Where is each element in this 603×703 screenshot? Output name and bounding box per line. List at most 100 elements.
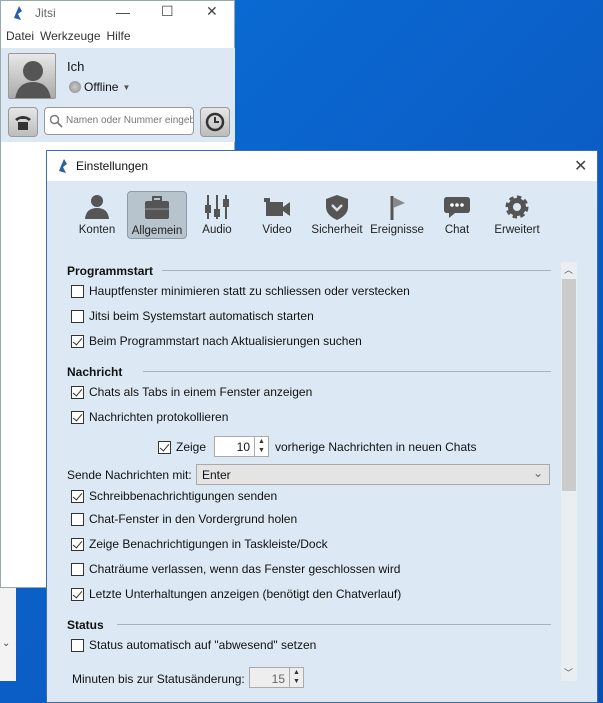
person-icon xyxy=(85,195,109,219)
minimize-button[interactable]: — xyxy=(116,4,130,20)
option-checkbox[interactable]: Jitsi beim Systemstart automatisch start… xyxy=(71,309,314,323)
window-title: Jitsi xyxy=(35,6,56,20)
menu-datei[interactable]: Datei xyxy=(6,29,34,43)
tab-ereignisse[interactable]: Ereignisse xyxy=(367,191,427,239)
phone-icon xyxy=(15,116,31,130)
status-offline-icon xyxy=(69,81,81,93)
tab-label: Audio xyxy=(202,224,232,236)
checkbox-label: Hauptfenster minimieren statt zu schlies… xyxy=(89,284,410,298)
spinner-value: 10 xyxy=(236,440,250,454)
flag-icon xyxy=(390,196,405,220)
tab-chat[interactable]: Chat xyxy=(427,191,487,239)
option-checkbox[interactable]: Hauptfenster minimieren statt zu schlies… xyxy=(71,284,410,298)
spinner-arrows[interactable]: ▲ ▼ xyxy=(254,437,268,456)
chevron-down-icon: ⌄ xyxy=(532,466,543,480)
gear-icon xyxy=(505,195,529,219)
checkbox-label: Letzte Unterhaltungen anzeigen (benötigt… xyxy=(89,587,402,601)
scrollbar-thumb[interactable] xyxy=(562,279,576,491)
dropdown-value: Enter xyxy=(202,468,231,482)
camera-icon xyxy=(264,198,290,216)
checkbox[interactable] xyxy=(71,309,84,323)
chevron-down-icon[interactable]: ⌄ xyxy=(2,638,10,649)
checkbox-label: Beim Programmstart nach Aktualisierungen… xyxy=(89,334,362,348)
menu-hilfe[interactable]: Hilfe xyxy=(107,29,131,43)
scroll-up-icon[interactable]: ︿ xyxy=(564,263,573,276)
search-placeholder: Namen oder Nummer eingeben xyxy=(66,115,194,126)
checkbox[interactable] xyxy=(71,537,84,551)
tab-label: Erweitert xyxy=(494,224,540,236)
send-label: Sende Nachrichten mit: xyxy=(67,468,192,482)
checkbox[interactable] xyxy=(71,562,84,576)
tab-label: Sicherheit xyxy=(311,224,363,236)
close-button[interactable]: ✕ xyxy=(206,3,218,20)
maximize-button[interactable]: ☐ xyxy=(161,3,174,20)
checkbox-label: Zeige Benachrichtigungen in Taskleiste/D… xyxy=(89,537,328,551)
profile-panel: Ich Offline ▼ Namen oder Nummer eingeben xyxy=(1,48,235,142)
tab-allgemein[interactable]: Allgemein xyxy=(127,191,187,239)
checkbox-label: Schreibbenachrichtigungen senden xyxy=(89,489,278,503)
tab-sicherheit[interactable]: Sicherheit xyxy=(307,191,367,239)
tab-label: Video xyxy=(262,224,292,236)
checkbox[interactable] xyxy=(158,440,171,454)
dialog-title: Einstellungen xyxy=(76,159,149,173)
spinner-arrows[interactable]: ▲ ▼ xyxy=(289,668,303,687)
tab-video[interactable]: Video xyxy=(247,191,307,239)
option-checkbox[interactable]: Status automatisch auf "abwesend" setzen xyxy=(71,638,316,652)
close-button[interactable]: ✕ xyxy=(574,156,587,176)
scroll-down-icon[interactable]: ﹀ xyxy=(564,666,573,679)
option-checkbox[interactable]: Chat-Fenster in den Vordergrund holen xyxy=(71,512,297,526)
history-checkbox[interactable]: Zeige xyxy=(158,440,206,454)
checkbox[interactable] xyxy=(71,512,84,526)
status-label: Offline xyxy=(84,80,119,94)
minutes-spinner[interactable]: 15 ▲ ▼ xyxy=(249,667,304,688)
jitsi-logo-icon xyxy=(59,159,67,173)
menu-werkzeuge[interactable]: Werkzeuge xyxy=(40,29,100,43)
checkbox[interactable] xyxy=(71,489,84,503)
checkbox[interactable] xyxy=(71,587,84,601)
checkbox-label: Chat-Fenster in den Vordergrund holen xyxy=(89,512,298,526)
spinner-value: 15 xyxy=(271,672,285,686)
dialog-title-bar: Einstellungen ✕ xyxy=(47,151,597,181)
search-input[interactable]: Namen oder Nummer eingeben xyxy=(44,107,194,135)
dialpad-button[interactable] xyxy=(8,107,38,137)
search-icon xyxy=(49,114,63,128)
chevron-down-icon: ▼ xyxy=(122,82,131,92)
checkbox-label: Status automatisch auf "abwesend" setzen xyxy=(89,638,317,652)
tab-konten[interactable]: Konten xyxy=(67,191,127,239)
tab-audio[interactable]: Audio xyxy=(187,191,247,239)
option-checkbox[interactable]: Zeige Benachrichtigungen in Taskleiste/D… xyxy=(71,537,328,551)
person-icon xyxy=(15,61,51,98)
checkbox[interactable] xyxy=(71,385,84,399)
history-count-spinner[interactable]: 10 ▲ ▼ xyxy=(214,436,269,457)
settings-dialog: Einstellungen ✕ Konten Allgemein Audio Vide… xyxy=(46,150,598,703)
history-button[interactable] xyxy=(200,107,230,137)
option-checkbox[interactable]: Schreibbenachrichtigungen senden xyxy=(71,489,277,503)
briefcase-icon xyxy=(145,196,169,219)
background-window: ⌄ xyxy=(0,588,16,681)
user-name: Ich xyxy=(67,59,85,74)
section-programmstart: Programmstart xyxy=(67,264,154,278)
avatar[interactable] xyxy=(8,53,56,99)
option-checkbox[interactable]: Beim Programmstart nach Aktualisierungen… xyxy=(71,334,362,348)
checkbox[interactable] xyxy=(71,410,84,424)
checkbox-label: Nachrichten protokollieren xyxy=(89,410,229,424)
shield-icon xyxy=(326,195,348,220)
section-status: Status xyxy=(67,618,104,632)
checkbox[interactable] xyxy=(71,284,84,298)
option-checkbox[interactable]: Chats als Tabs in einem Fenster anzeigen xyxy=(71,385,312,399)
send-key-dropdown[interactable]: Enter ⌄ xyxy=(196,464,550,485)
divider xyxy=(117,624,551,625)
option-checkbox[interactable]: Chaträume verlassen, wenn das Fenster ge… xyxy=(71,562,400,576)
checkbox-label: Chaträume verlassen, wenn das Fenster ge… xyxy=(89,562,401,576)
checkbox-label: Jitsi beim Systemstart automatisch start… xyxy=(89,309,314,323)
tab-label: Konten xyxy=(78,224,116,236)
checkbox[interactable] xyxy=(71,638,84,652)
section-nachricht: Nachricht xyxy=(67,365,123,379)
tab-erweitert[interactable]: Erweitert xyxy=(487,191,547,239)
tab-label: Chat xyxy=(444,224,470,236)
option-checkbox[interactable]: Letzte Unterhaltungen anzeigen (benötigt… xyxy=(71,587,401,601)
status-selector[interactable]: Offline ▼ xyxy=(69,80,130,94)
checkbox[interactable] xyxy=(71,334,84,348)
divider xyxy=(162,270,551,271)
option-checkbox[interactable]: Nachrichten protokollieren xyxy=(71,410,228,424)
